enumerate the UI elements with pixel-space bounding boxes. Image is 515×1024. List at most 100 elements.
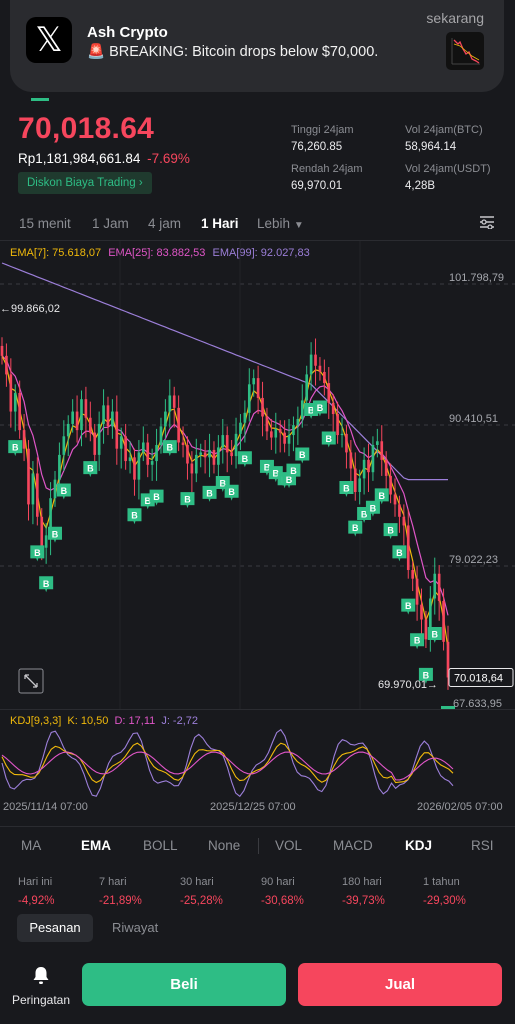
idr-price: Rp1,181,984,661.84 [18,151,141,166]
stat-low: Rendah 24jam 69,970.01 [291,163,363,192]
buy-marker-label: B [12,443,19,453]
tab-history[interactable]: Riwayat [112,920,158,935]
stat-vol-usdt-value: 4,28B [405,180,436,192]
perf-period: 30 hari [180,876,214,888]
indicator-ema[interactable]: EMA [81,838,111,853]
candle-body [124,436,127,462]
stat-vol-btc-label: Vol 24jam(BTC) [405,124,483,136]
buy-marker-label: B [153,492,160,502]
perf-value: -4,92% [18,895,55,907]
candle-body [243,412,247,423]
candle-body [256,378,260,398]
candle-body [115,411,119,449]
buy-button[interactable]: Beli [82,963,286,1006]
candle-body [234,433,238,457]
candle-body [97,423,101,455]
indicator-ma[interactable]: MA [21,838,41,853]
push-notification[interactable]: 𝕏 Ash Crypto 🚨 BREAKING: Bitcoin drops b… [10,0,504,92]
price-level-label: 79.022,23 [449,554,498,566]
candle-body [119,436,123,449]
indicator-boll[interactable]: BOLL [143,838,178,853]
buy-marker-label: B [343,483,350,493]
notification-title: Ash Crypto [87,24,168,41]
active-tab-indicator [31,98,49,101]
perf-value: -25,28% [180,895,223,907]
candle-body [58,454,61,480]
candle-body [265,416,269,432]
candle-body [177,407,180,443]
tab-orders[interactable]: Pesanan [17,914,93,942]
buy-marker-label: B [52,529,59,539]
candle-body [384,459,388,476]
candle-body [208,449,211,458]
kdj-j-line [1,728,454,798]
indicator-none[interactable]: None [208,838,240,853]
expand-arrows-icon [24,674,38,688]
fee-discount-button[interactable]: Diskon Biaya Trading › [18,172,152,194]
timeframe-15m[interactable]: 15 menit [19,216,71,231]
candle-body [415,578,419,605]
indicator-vol[interactable]: VOL [275,838,302,853]
bell-icon [33,967,49,984]
sell-button[interactable]: Jual [298,963,502,1006]
buy-marker-label: B [387,526,394,536]
candle-body [0,345,4,356]
candle-body [345,433,348,453]
candle-body [376,441,379,445]
candle-body [230,452,233,457]
divider [0,826,515,827]
timeframe-more[interactable]: Lebih ▼ [257,216,304,231]
candle-body [203,452,207,458]
kdj-chart [1,728,454,798]
candle-body [27,448,30,505]
notification-body: 🚨 BREAKING: Bitcoin drops below $70,000. [87,44,379,60]
price-level-label: 101.798,79 [449,272,504,284]
stat-high-value: 76,260.85 [291,141,343,153]
candle-body [437,573,441,601]
stat-high-label: Tinggi 24jam [291,124,354,136]
candle-body [252,378,256,385]
candle-body [9,374,13,412]
candle-body [336,414,339,436]
candle-body [296,418,300,426]
stat-vol-usdt: Vol 24jam(USDT) 4,28B [405,163,491,192]
current-price-label: 70.018,64 [454,672,503,684]
candle-body [420,604,423,620]
buy-marker-label: B [432,630,439,640]
candle-body [62,436,66,455]
candle-body [181,442,185,445]
candle-body [84,399,88,418]
candle-body [44,535,48,548]
candle-body [323,371,326,384]
candle-body [172,395,176,408]
price-alert-button[interactable]: Peringatan [10,966,72,1007]
chart-settings-icon[interactable] [479,215,495,229]
candle-body [371,444,375,473]
candle-body [353,468,357,493]
candle-body [389,475,392,495]
timeframe-1d[interactable]: 1 Hari [201,216,239,231]
candle-body [300,400,304,419]
price-change-pct: -7.69% [147,151,190,166]
buy-marker-label: B [61,486,68,496]
buy-marker-label: B [317,403,324,413]
timeframe-1h[interactable]: 1 Jam [92,216,129,231]
candle-body [71,411,74,424]
perf-period: 7 hari [99,876,127,888]
candle-body [261,397,264,417]
fee-discount-label: Diskon Biaya Trading [27,177,136,189]
candle-body [398,504,401,517]
candle-body [66,423,70,437]
indicator-kdj[interactable]: KDJ [405,838,432,853]
indicator-rsi[interactable]: RSI [471,838,494,853]
timeframe-4h[interactable]: 4 jam [148,216,181,231]
indicator-macd[interactable]: MACD [333,838,373,853]
stat-vol-btc: Vol 24jam(BTC) 58,964.14 [405,124,483,153]
candle-body [283,432,286,444]
candle-body [199,452,203,455]
buy-marker-label: B [242,454,249,464]
buy-marker-label: B [87,464,94,474]
candlestick-chart[interactable]: 101.798,7990.410,5179.022,23BBBBBBBB BBBB… [0,240,515,710]
candle-body [22,430,26,449]
perf-value: -21,89% [99,895,142,907]
